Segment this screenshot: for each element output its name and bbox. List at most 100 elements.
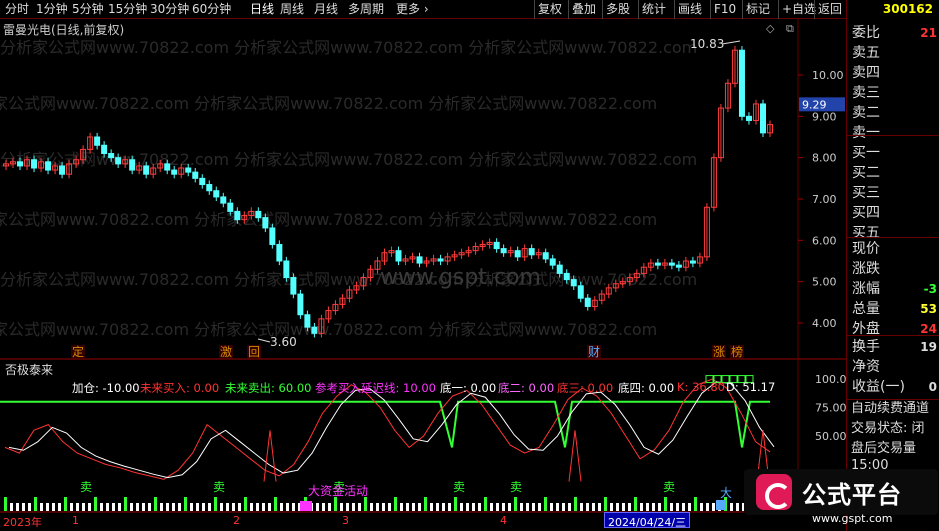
ind-bottom-2: 底二: 0.00 bbox=[498, 381, 555, 395]
stats-button[interactable]: 统计 bbox=[638, 0, 669, 19]
watermark-text: 分析家公式网www.70822.com 分析家公式网www.70822.com … bbox=[0, 38, 697, 57]
candle-body bbox=[675, 264, 682, 268]
indicator-name[interactable]: 否极泰来 bbox=[5, 361, 53, 378]
candle-body bbox=[556, 264, 563, 274]
quote-label: 换手 bbox=[852, 339, 880, 355]
candle-body bbox=[206, 184, 213, 192]
signal-bar bbox=[628, 503, 631, 511]
service-row[interactable]: 盘后交易量 bbox=[851, 441, 916, 457]
event-marker: 激 bbox=[220, 345, 232, 359]
quote-label: 买四 bbox=[852, 205, 880, 221]
signal-bar bbox=[376, 503, 379, 511]
chart-title: 雷曼光电(日线,前复权) bbox=[3, 23, 125, 37]
sell-label: 卖 bbox=[80, 480, 92, 494]
add-watchlist-button[interactable]: +自选 bbox=[778, 0, 819, 19]
signal-bar bbox=[514, 497, 517, 511]
price-tick-label: 9.00 bbox=[812, 110, 837, 123]
layers-icon[interactable]: ⧉ bbox=[786, 22, 794, 36]
activity-label: 大资金活动 bbox=[308, 483, 368, 498]
signal-bar bbox=[166, 503, 169, 511]
signal-bar bbox=[646, 503, 649, 511]
tab-intraday[interactable]: 分时 bbox=[5, 2, 29, 16]
signal-bar bbox=[448, 503, 451, 511]
quote-value: 21 bbox=[920, 26, 937, 40]
signal-bar bbox=[154, 497, 157, 511]
signal-bar bbox=[250, 503, 253, 511]
signal-bar bbox=[634, 497, 637, 511]
tab-30min[interactable]: 30分钟 bbox=[150, 2, 189, 16]
signal-bar bbox=[130, 503, 133, 511]
signal-bar bbox=[664, 497, 667, 511]
big-label: 大 bbox=[720, 486, 732, 500]
signal-bar bbox=[268, 503, 271, 511]
price-tick-label: 6.00 bbox=[812, 234, 837, 247]
back-button[interactable]: 返回 bbox=[814, 0, 845, 19]
tab-weekly[interactable]: 周线 bbox=[280, 2, 304, 16]
signal-bar bbox=[538, 503, 541, 511]
quote-label: 卖五 bbox=[852, 45, 880, 61]
candle-body bbox=[17, 161, 24, 167]
candle-body bbox=[311, 326, 318, 334]
tab-1min[interactable]: 1分钟 bbox=[36, 2, 68, 16]
quote-value: -3 bbox=[923, 282, 937, 296]
kline-chart[interactable]: 分析家公式网www.70822.com 分析家公式网www.70822.com … bbox=[0, 19, 846, 531]
tab-multi-period[interactable]: 多周期 bbox=[348, 2, 384, 16]
tab-monthly[interactable]: 月线 bbox=[314, 2, 338, 16]
quote-value: 53 bbox=[920, 302, 937, 316]
candle-body bbox=[227, 202, 234, 212]
multi-stock-button[interactable]: 多股 bbox=[602, 0, 633, 19]
signal-bar bbox=[88, 503, 91, 511]
tab-more[interactable]: 更多 › bbox=[396, 2, 429, 16]
ind-bottom-3: 底三: 0.00 bbox=[557, 381, 614, 395]
tab-60min[interactable]: 60分钟 bbox=[192, 2, 231, 16]
service-row[interactable]: 交易状态: 闭 bbox=[851, 421, 925, 437]
chart-area[interactable]: 分析家公式网www.70822.com 分析家公式网www.70822.com … bbox=[0, 19, 846, 531]
tab-5min[interactable]: 5分钟 bbox=[72, 2, 104, 16]
signal-bar bbox=[406, 503, 409, 511]
signal-bar bbox=[328, 503, 331, 511]
signal-bar bbox=[232, 503, 235, 511]
signal-bar bbox=[190, 503, 193, 511]
platform-logo: 公式平台 bbox=[744, 469, 938, 515]
signal-bar bbox=[418, 503, 421, 511]
logo-text: 公式平台 bbox=[802, 480, 902, 509]
signal-bar bbox=[226, 503, 229, 511]
candle-body bbox=[276, 243, 283, 262]
tab-15min[interactable]: 15分钟 bbox=[108, 2, 147, 16]
candle-body bbox=[500, 248, 507, 254]
candle-body bbox=[738, 49, 745, 117]
quote-label: 买五 bbox=[852, 225, 880, 241]
signal-bar bbox=[706, 503, 709, 511]
tab-daily[interactable]: 日线 bbox=[250, 2, 274, 16]
indicator-tick-label: 75.00 bbox=[815, 402, 846, 415]
price-tick-label: 4.00 bbox=[812, 317, 837, 330]
signal-bar bbox=[622, 503, 625, 511]
signal-bar bbox=[652, 503, 655, 511]
ind-d: D: 51.17 bbox=[726, 380, 776, 394]
signal-bar bbox=[40, 503, 43, 511]
signal-bar bbox=[694, 497, 697, 511]
ind-bottom-1: 底一: 0.00 bbox=[440, 381, 497, 395]
high-pointer bbox=[721, 40, 741, 45]
signal-bar bbox=[382, 503, 385, 511]
signal-bar bbox=[454, 497, 457, 511]
signal-bar bbox=[478, 503, 481, 511]
candle-body bbox=[570, 279, 577, 287]
candle-body bbox=[668, 262, 675, 266]
overlay-button[interactable]: 叠加 bbox=[568, 0, 599, 19]
ind-future-sell: 未来卖出: 60.00 bbox=[225, 381, 312, 395]
signal-bar bbox=[16, 503, 19, 511]
diamond-icon[interactable]: ◇ bbox=[766, 22, 774, 35]
signal-bar bbox=[394, 497, 397, 511]
event-marker: 定 bbox=[72, 344, 84, 359]
service-row[interactable]: 自动续费通道 bbox=[851, 401, 929, 417]
stock-code[interactable]: 300162 bbox=[846, 0, 939, 19]
panel-divider bbox=[847, 335, 939, 336]
adjust-button[interactable]: 复权 bbox=[534, 0, 565, 19]
f10-button[interactable]: F10 bbox=[710, 0, 739, 19]
draw-button[interactable]: 画线 bbox=[674, 0, 705, 19]
sell-label: 卖 bbox=[453, 480, 465, 494]
mark-button[interactable]: 标记 bbox=[742, 0, 773, 19]
signal-bar bbox=[730, 503, 733, 511]
signal-bar bbox=[202, 503, 205, 511]
